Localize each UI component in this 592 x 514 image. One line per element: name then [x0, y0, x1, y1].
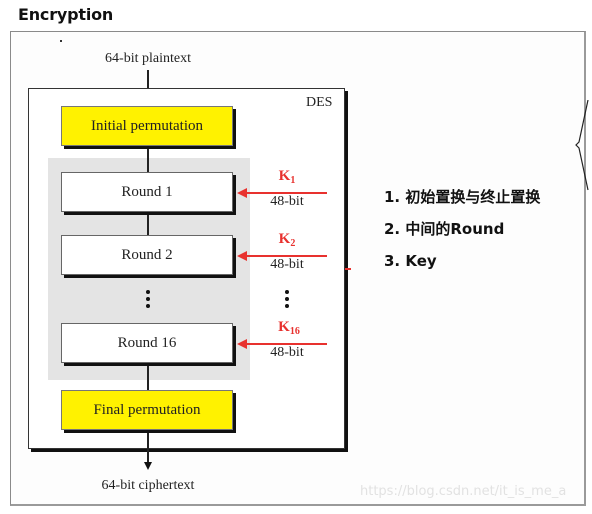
- plaintext-label: 64-bit plaintext: [105, 51, 191, 66]
- key-arrow-head-1-icon: [237, 188, 247, 198]
- key-index-1: 1: [290, 175, 296, 186]
- key-name-2: K: [278, 231, 291, 247]
- round-box-1: Round 1: [61, 172, 233, 212]
- key-index-16: 16: [289, 326, 300, 337]
- connector-round1-round2: [147, 212, 149, 235]
- note-item-3: 3. Key: [384, 252, 437, 270]
- stray-mark: [60, 40, 62, 42]
- key-arrow-head-2-icon: [237, 251, 247, 261]
- key-label-2: K2: [267, 231, 307, 249]
- key-arrow-head-16-icon: [237, 339, 247, 349]
- connector-round16-fp: [147, 363, 149, 390]
- notes-list: 1. 初始置换与终止置换 2. 中间的Round 3. Key: [384, 181, 540, 277]
- final-permutation-box: Final permutation: [61, 390, 233, 430]
- key-bits-2: 48-bit: [270, 257, 304, 272]
- key-bits-1: 48-bit: [270, 194, 304, 209]
- ciphertext-label: 64-bit ciphertext: [101, 478, 195, 493]
- section-title: Encryption: [18, 5, 114, 24]
- output-arrow-line: [147, 430, 149, 462]
- round-box-16: Round 16: [61, 323, 233, 363]
- initial-permutation-box: Initial permutation: [61, 106, 233, 146]
- note-item-2: 2. 中间的Round: [384, 220, 505, 238]
- key-label-16: K16: [269, 319, 309, 337]
- output-arrow-head-icon: [144, 462, 152, 470]
- key-index-2: 2: [290, 238, 296, 249]
- round-box-2: Round 2: [61, 235, 233, 275]
- des-label: DES: [306, 95, 333, 110]
- key-bits-16: 48-bit: [270, 345, 304, 360]
- key-label-1: K1: [267, 168, 307, 186]
- red-tick-mark: [345, 268, 351, 270]
- keys-ellipsis-icon: [284, 290, 290, 308]
- watermark: https://blog.csdn.net/it_is_me_a: [360, 484, 567, 499]
- key-name-1: K: [278, 168, 291, 184]
- key-name-16: K: [278, 319, 290, 335]
- connector-ip-round1: [147, 146, 149, 172]
- rounds-ellipsis-icon: [145, 290, 151, 308]
- brace-icon: [575, 100, 589, 191]
- note-item-1: 1. 初始置换与终止置换: [384, 188, 541, 206]
